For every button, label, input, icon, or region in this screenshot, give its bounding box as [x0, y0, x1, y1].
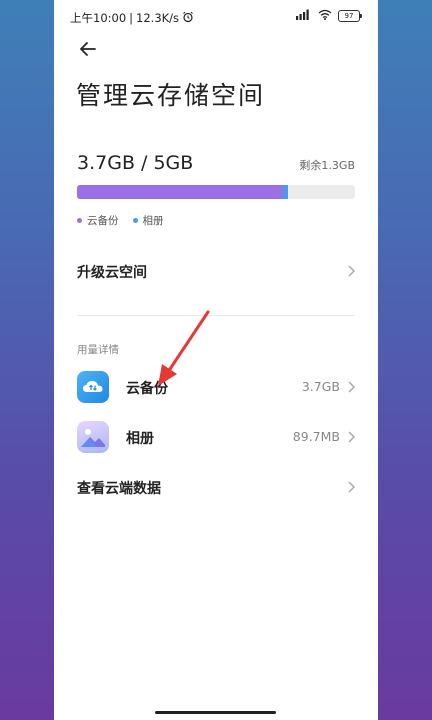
- usage-item-cloud-backup[interactable]: 云备份 3.7GB: [54, 367, 378, 407]
- storage-legend: 云备份 相册: [77, 213, 164, 228]
- upgrade-storage-row[interactable]: 升级云空间: [54, 251, 378, 291]
- chevron-right-icon: [348, 431, 356, 443]
- wifi-icon: [318, 9, 332, 23]
- legend-label-album: 相册: [142, 215, 164, 227]
- usage-item-label: 相册: [126, 431, 154, 447]
- cloud-backup-icon: [77, 371, 109, 403]
- storage-bar: [77, 185, 355, 199]
- signal-icon: [296, 9, 312, 23]
- view-cloud-data-row[interactable]: 查看云端数据: [54, 467, 378, 507]
- chevron-right-icon: [348, 265, 356, 277]
- page-title: 管理云存储空间: [76, 81, 266, 110]
- home-indicator[interactable]: [155, 711, 276, 714]
- back-button[interactable]: [76, 37, 100, 61]
- view-cloud-data-label: 查看云端数据: [77, 481, 161, 497]
- chevron-right-icon: [348, 381, 356, 393]
- usage-item-value: 3.7GB: [301, 379, 340, 394]
- divider: [77, 315, 355, 316]
- legend-item-cloud-backup: 云备份: [77, 213, 119, 228]
- status-separator: |: [129, 11, 134, 25]
- usage-details-heading: 用量详情: [77, 344, 119, 356]
- storage-bar-cloud-backup: [77, 185, 283, 199]
- alarm-icon: [182, 11, 194, 26]
- usage-item-value: 89.7MB: [292, 429, 340, 444]
- upgrade-storage-label: 升级云空间: [77, 265, 147, 281]
- back-arrow-icon: [80, 42, 96, 56]
- chevron-right-icon: [348, 481, 356, 493]
- usage-item-gallery[interactable]: 相册 89.7MB: [54, 417, 378, 457]
- network-speed: 12.3K/s: [136, 11, 180, 25]
- legend-dot-cloud-backup: [77, 218, 82, 223]
- storage-remaining: 剩余1.3GB: [299, 159, 355, 172]
- usage-item-label: 云备份: [126, 381, 168, 397]
- storage-usage: 3.7GB / 5GB: [77, 152, 194, 174]
- legend-dot-album: [132, 218, 138, 223]
- legend-item-album: 相册: [132, 213, 164, 228]
- battery-icon: 97: [338, 10, 362, 22]
- status-bar: 上午10:00 | 12.3K/s 97: [54, 0, 378, 34]
- legend-label-cloud-backup: 云备份: [87, 215, 119, 227]
- status-time: 上午10:00: [70, 11, 127, 25]
- status-right: 97: [296, 9, 362, 23]
- status-left: 上午10:00 | 12.3K/s: [70, 10, 194, 26]
- phone-screen: 上午10:00 | 12.3K/s 97 管理云存储空间 3.7GB / 5GB…: [54, 0, 378, 720]
- storage-bar-album: [282, 185, 288, 199]
- gallery-icon: [77, 421, 109, 453]
